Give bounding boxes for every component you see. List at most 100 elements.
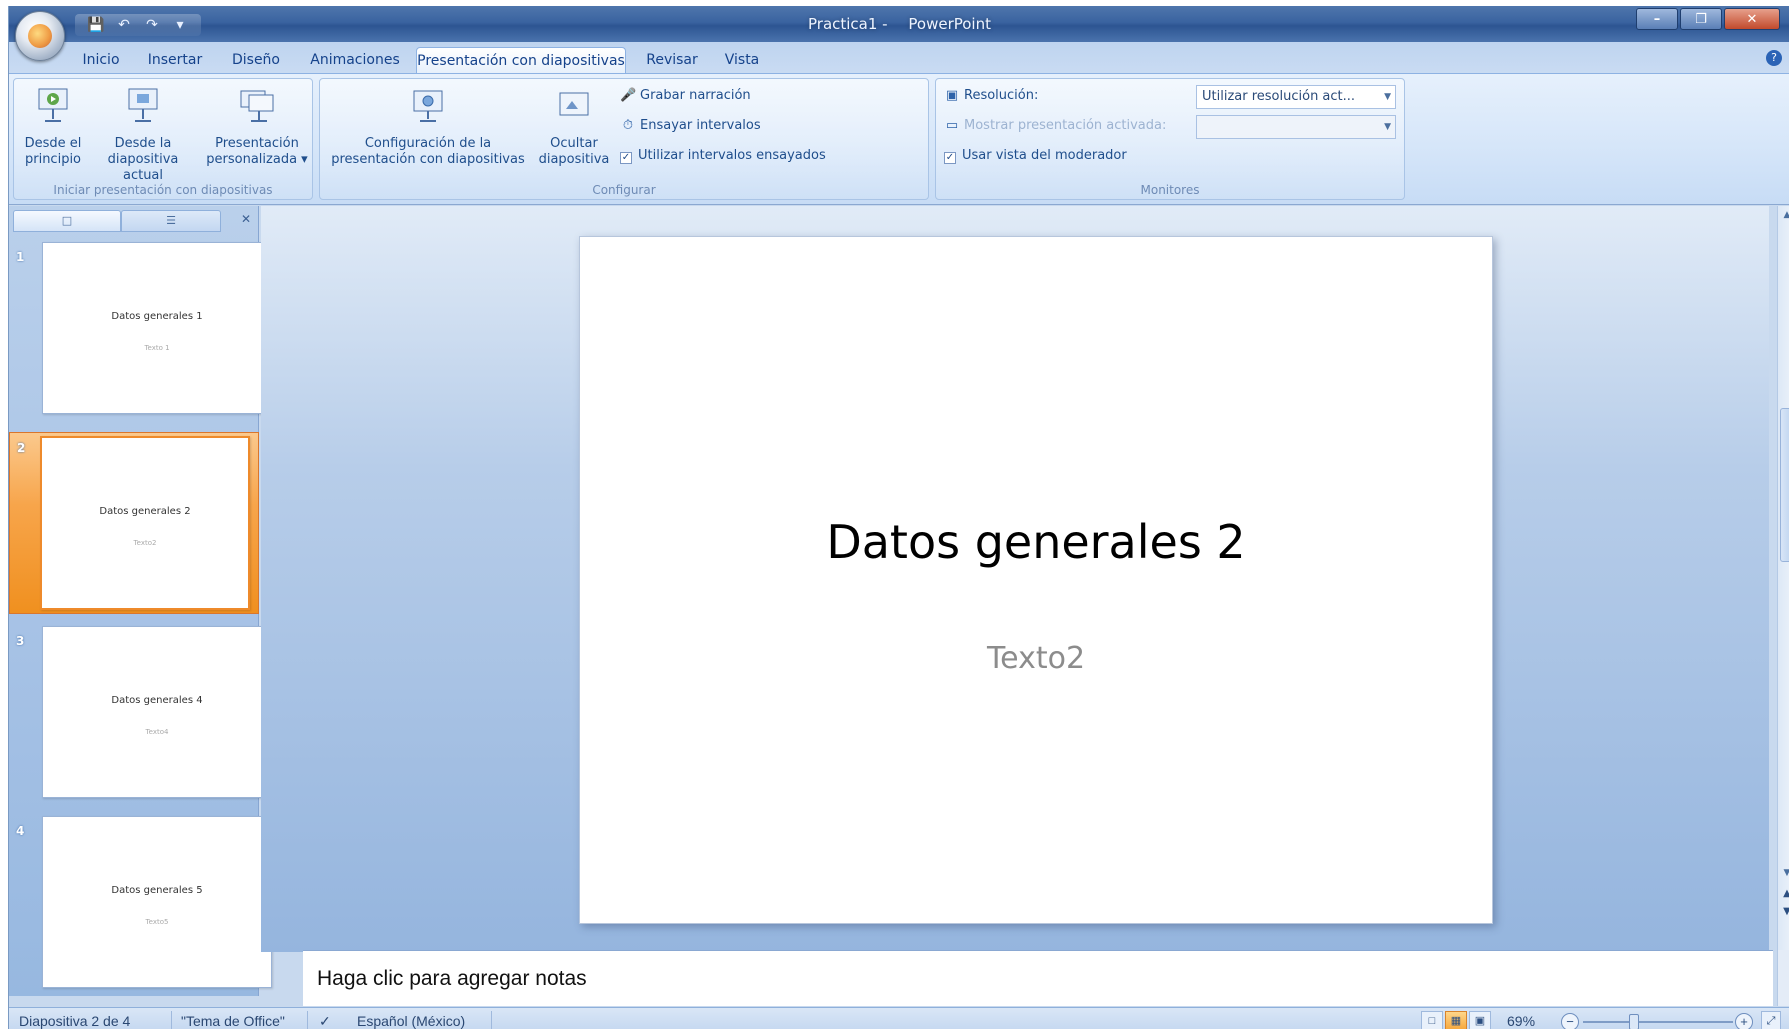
- theme-name[interactable]: "Tema de Office": [181, 1013, 285, 1029]
- title-bar: 💾 ↶ ↷ ▾ Practica1 - PowerPoint – ❐ ✕: [9, 6, 1789, 42]
- checkbox-checked-icon: ✓: [620, 152, 632, 164]
- spelling-check-icon[interactable]: ✓: [319, 1013, 331, 1029]
- slide-counter: Diapositiva 2 de 4: [19, 1013, 131, 1029]
- window-controls: – ❐ ✕: [1636, 8, 1780, 30]
- slide-thumbnail-2[interactable]: 2 Datos generales 2 Texto2: [9, 432, 259, 614]
- tab-slides[interactable]: □: [13, 210, 121, 232]
- timer-icon: ⏱: [622, 118, 634, 133]
- normal-view-icon[interactable]: □: [1421, 1011, 1443, 1029]
- from-current-label-1: Desde la: [114, 136, 172, 151]
- record-narration-button[interactable]: 🎤 Grabar narración: [620, 85, 751, 107]
- ribbon-tabs: Inicio Insertar Diseño Animaciones Prese…: [9, 42, 1789, 73]
- help-icon[interactable]: ?: [1766, 50, 1782, 66]
- next-slide-icon[interactable]: ▼: [1780, 906, 1789, 917]
- group-setup-label: Configurar: [592, 183, 656, 197]
- zoom-in-icon[interactable]: +: [1735, 1013, 1753, 1029]
- close-button[interactable]: ✕: [1724, 8, 1780, 30]
- custom-show-button[interactable]: Presentación personalizada ▾: [204, 85, 310, 168]
- notes-scrollbar[interactable]: [1777, 950, 1789, 1006]
- scroll-thumb[interactable]: [1780, 408, 1789, 562]
- status-divider: [307, 1011, 308, 1029]
- thumbnail-title: Datos generales 5: [111, 885, 203, 896]
- previous-slide-icon[interactable]: ▲: [1780, 888, 1789, 899]
- tab-animaciones[interactable]: Animaciones: [305, 47, 405, 73]
- tab-presentacion[interactable]: Presentación con diapositivas: [416, 47, 626, 73]
- close-icon[interactable]: ✕: [241, 212, 251, 226]
- fit-to-window-icon[interactable]: ⤢: [1761, 1011, 1781, 1029]
- status-bar: Diapositiva 2 de 4 "Tema de Office" ✓ Es…: [9, 1007, 1789, 1029]
- minimize-button[interactable]: –: [1636, 8, 1678, 30]
- projector-current-icon: [128, 88, 158, 122]
- from-current-button[interactable]: Desde la diapositiva actual: [88, 85, 198, 184]
- resolution-label: ▣ Resolución:: [944, 85, 1039, 107]
- tab-vista[interactable]: Vista: [719, 47, 765, 73]
- hide-slide-button[interactable]: Ocultar diapositiva: [534, 85, 614, 168]
- slide-thumbnail-3[interactable]: 3 Datos generales 4 Texto4: [9, 626, 272, 806]
- from-beginning-button[interactable]: Desde el principio: [18, 85, 88, 168]
- group-start-label: Iniciar presentación con diapositivas: [53, 183, 273, 197]
- group-setup: Configuración de la presentación con dia…: [319, 78, 929, 200]
- slide-thumbnail-1[interactable]: 1 Datos generales 1 Texto 1: [9, 242, 272, 422]
- custom-show-label-2: personalizada ▾: [206, 152, 308, 167]
- setup-slideshow-button[interactable]: Configuración de la presentación con dia…: [326, 85, 530, 168]
- from-beginning-label-1: Desde el: [24, 136, 82, 151]
- slide-number: 3: [16, 634, 25, 648]
- slide-number: 4: [16, 824, 25, 838]
- group-monitors-label: Monitores: [1140, 183, 1200, 197]
- use-timings-checkbox[interactable]: ✓ Utilizar intervalos ensayados: [620, 145, 826, 167]
- thumbnail-subtitle: Texto5: [145, 918, 169, 926]
- thumbnail-preview: Datos generales 2 Texto2: [40, 436, 250, 610]
- editor-scrollbar[interactable]: ▲ ▼ ▲ ▼: [1777, 206, 1789, 952]
- office-button[interactable]: [15, 11, 65, 61]
- tab-inicio[interactable]: Inicio: [73, 47, 129, 73]
- slide-subtitle[interactable]: Texto2: [580, 641, 1492, 676]
- setup-slideshow-icon: [413, 90, 443, 122]
- show-on-dropdown[interactable]: ▼: [1196, 115, 1396, 139]
- status-divider: [491, 1011, 492, 1029]
- restore-button[interactable]: ❐: [1680, 8, 1722, 30]
- document-name: Practica1 -: [808, 15, 888, 33]
- pane-tabs: □ ☰ ✕: [9, 206, 259, 234]
- rehearse-timings-button[interactable]: ⏱ Ensayar intervalos: [620, 115, 761, 137]
- hide-slide-label-2: diapositiva: [538, 152, 610, 167]
- tab-revisar[interactable]: Revisar: [641, 47, 703, 73]
- current-slide[interactable]: Datos generales 2 Texto2: [579, 236, 1493, 924]
- slide-thumbnail-4[interactable]: 4 Datos generales 5 Texto5: [9, 816, 272, 996]
- notes-pane[interactable]: Haga clic para agregar notas: [303, 950, 1773, 1006]
- thumbnail-title: Datos generales 2: [99, 506, 191, 517]
- thumbnail-title: Datos generales 1: [111, 311, 203, 322]
- slideshow-view-icon[interactable]: ▣: [1469, 1011, 1491, 1029]
- hide-slide-label-1: Ocultar: [550, 136, 598, 151]
- zoom-out-icon[interactable]: −: [1561, 1013, 1579, 1029]
- zoom-slider-track[interactable]: [1583, 1021, 1733, 1023]
- chevron-down-icon: ▼: [1384, 122, 1391, 132]
- thumbnail-preview: Datos generales 1 Texto 1: [42, 242, 272, 414]
- zoom-slider-knob[interactable]: [1629, 1014, 1639, 1029]
- slide-number: 2: [17, 441, 26, 455]
- language-label[interactable]: Español (México): [357, 1013, 465, 1029]
- zoom-level[interactable]: 69%: [1507, 1013, 1535, 1029]
- from-beginning-label-2: principio: [24, 152, 82, 167]
- tab-insertar[interactable]: Insertar: [142, 47, 208, 73]
- window-title: Practica1 - PowerPoint: [9, 15, 1789, 33]
- scroll-up-icon[interactable]: ▲: [1780, 208, 1789, 222]
- thumbnail-subtitle: Texto 1: [144, 344, 170, 352]
- custom-show-label-1: Presentación: [215, 136, 299, 151]
- notes-placeholder[interactable]: Haga clic para agregar notas: [317, 967, 587, 991]
- ribbon: Desde el principio Desde la diapositiva …: [9, 73, 1789, 205]
- hide-slide-icon: [559, 92, 589, 116]
- setup-label-1: Configuración de la: [364, 136, 492, 151]
- slides-pane: □ ☰ ✕ 1 Datos generales 1 Texto 1 2 Dato…: [9, 206, 272, 996]
- app-name: PowerPoint: [908, 15, 991, 33]
- slide-sorter-view-icon[interactable]: ▦: [1445, 1011, 1467, 1029]
- display-icon: ▭: [945, 118, 959, 133]
- custom-show-icon: [240, 90, 274, 122]
- checkbox-checked-icon: ✓: [944, 152, 956, 164]
- tab-diseno[interactable]: Diseño: [225, 47, 287, 73]
- status-divider: [171, 1011, 172, 1029]
- resolution-dropdown[interactable]: Utilizar resolución act... ▼: [1196, 85, 1396, 109]
- scroll-down-icon[interactable]: ▼: [1780, 866, 1789, 880]
- slide-title[interactable]: Datos generales 2: [580, 515, 1492, 569]
- presenter-view-checkbox[interactable]: ✓ Usar vista del moderador: [944, 145, 1127, 167]
- tab-outline[interactable]: ☰: [121, 210, 221, 232]
